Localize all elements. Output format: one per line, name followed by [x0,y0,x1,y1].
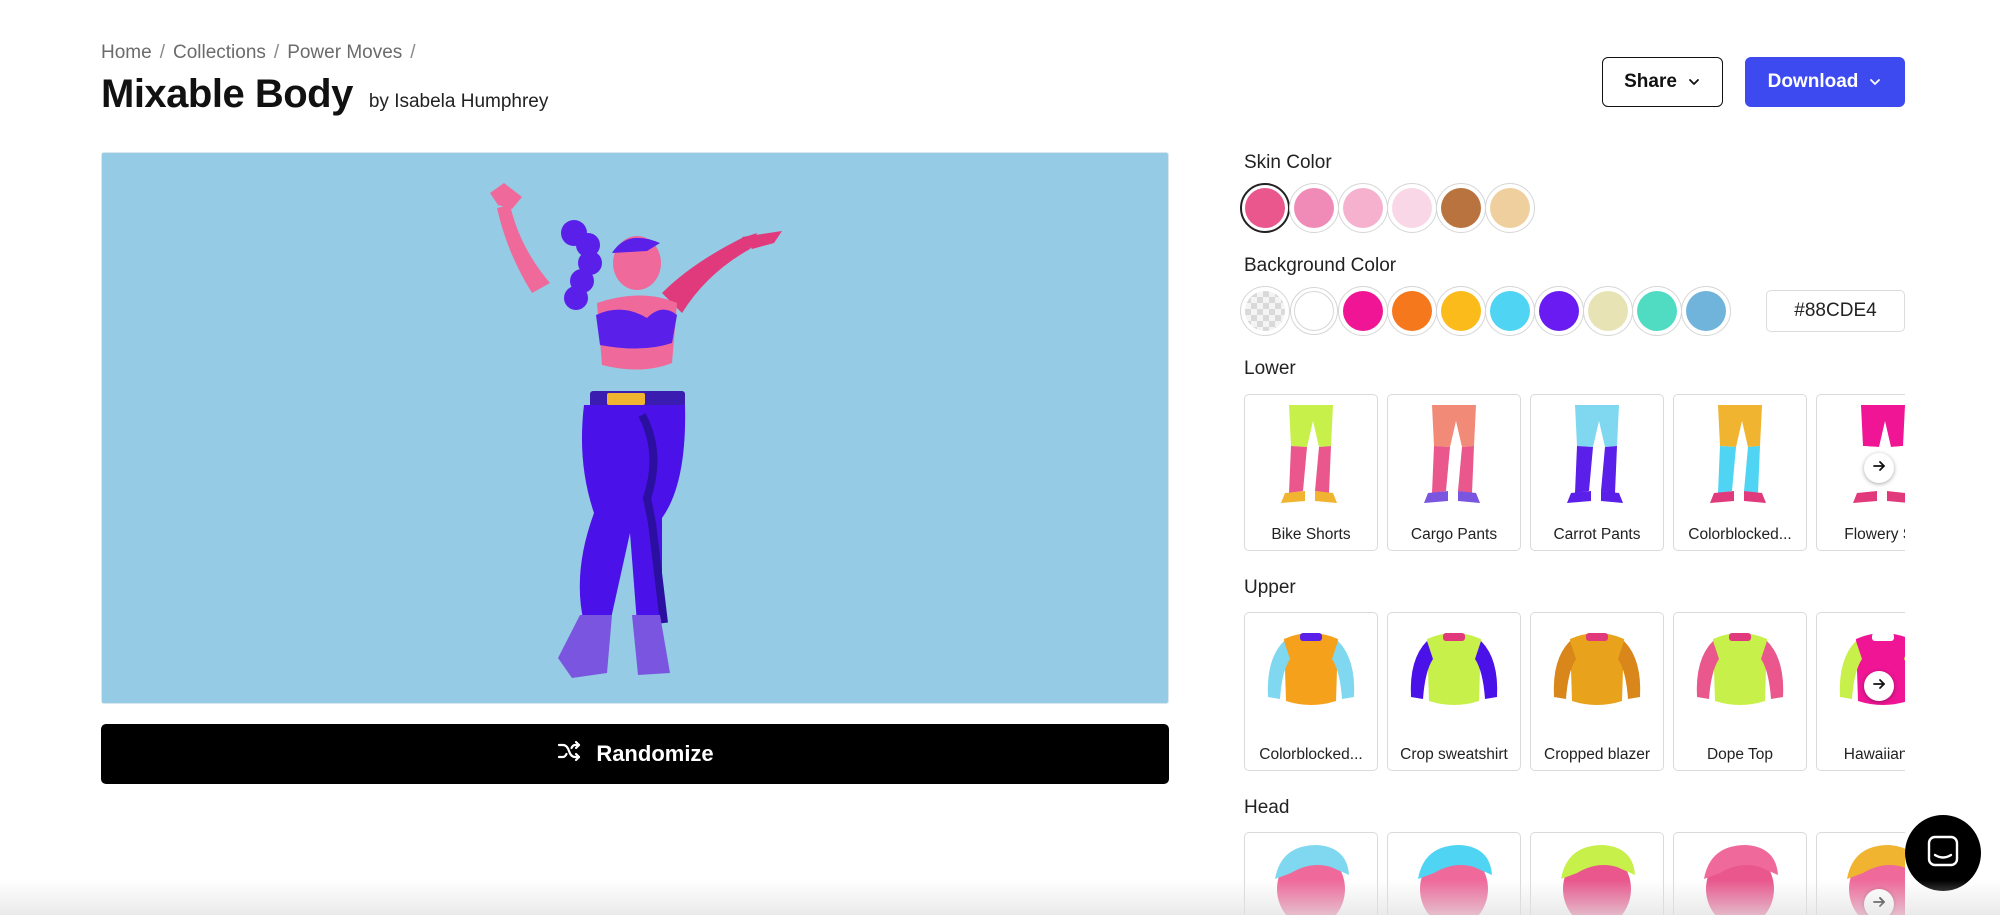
author-credit[interactable]: by Isabela Humphrey [369,91,549,113]
upper-option-thumbnail [1817,619,1905,729]
arrow-right-icon [1871,458,1887,479]
skin-color-swatch[interactable] [1289,183,1339,233]
lower-option-label: Bike Shorts [1271,526,1351,543]
breadcrumb-separator: / [410,42,416,63]
randomize-label: Randomize [596,741,714,766]
upper-option-card[interactable]: Cropped blazer [1530,612,1664,771]
breadcrumb-home[interactable]: Home [101,42,152,64]
lower-option-thumbnail [1531,401,1663,511]
chevron-down-icon [1687,75,1701,89]
background-color-swatch[interactable] [1681,286,1731,336]
head-row [1244,832,1905,915]
upper-label: Upper [1244,577,1296,598]
upper-row: Colorblocked... Crop sweatshirt Cropped bl… [1244,612,1905,771]
head-option-thumbnail [1674,839,1806,915]
upper-option-label: Crop sweatshirt [1400,746,1508,763]
lower-scroll-next-button[interactable] [1864,453,1894,483]
title-row: Mixable Body by Isabela Humphrey [101,72,548,117]
preview-canvas [101,152,1169,704]
shuffle-icon [556,738,582,770]
background-color-swatch[interactable] [1240,286,1290,336]
lower-option-label: Cargo Pants [1410,526,1498,543]
arrow-right-icon [1871,676,1887,697]
breadcrumb: Home / Collections / Power Moves / [101,42,416,64]
lower-option-card[interactable]: Colorblocked... [1673,394,1807,551]
upper-option-card[interactable]: Crop sweatshirt [1387,612,1521,771]
upper-option-thumbnail [1245,619,1377,729]
hex-color-input[interactable] [1766,290,1905,332]
chat-icon [1923,831,1963,876]
skin-color-swatch[interactable] [1485,183,1535,233]
breadcrumb-separator: / [159,42,165,63]
head-option-thumbnail [1531,839,1663,915]
breadcrumb-separator: / [273,42,280,63]
background-color-swatch[interactable] [1290,287,1338,335]
arrow-right-icon [1871,894,1887,915]
head-scroll-next-button[interactable] [1864,889,1894,915]
skin-color-swatch[interactable] [1240,183,1290,233]
lower-option-thumbnail [1245,401,1377,511]
lower-option-label: Colorblocked... [1688,526,1792,543]
background-color-swatch[interactable] [1338,286,1388,336]
download-button[interactable]: Download [1745,57,1905,107]
head-option-card[interactable] [1673,832,1807,915]
head-option-thumbnail [1388,839,1520,915]
background-color-swatch[interactable] [1387,286,1437,336]
upper-option-thumbnail [1531,619,1663,729]
background-color-swatch[interactable] [1436,286,1486,336]
background-color-swatch[interactable] [1583,286,1633,336]
skin-color-label: Skin Color [1244,152,1332,173]
lower-row: Bike Shorts Cargo Pants Carrot Pants Colorb… [1244,394,1905,551]
chevron-down-icon [1868,75,1882,89]
lower-option-label: Carrot Pants [1553,526,1641,543]
skin-color-swatch[interactable] [1436,183,1486,233]
character-illustration [490,183,782,678]
breadcrumb-power-moves[interactable]: Power Moves [287,42,402,64]
head-option-thumbnail [1245,839,1377,915]
upper-option-thumbnail [1674,619,1806,729]
share-label: Share [1624,71,1677,92]
randomize-button[interactable]: Randomize [101,724,1169,784]
head-option-card[interactable] [1387,832,1521,915]
lower-option-card[interactable]: Carrot Pants [1530,394,1664,551]
download-label: Download [1767,71,1859,92]
skin-color-swatch[interactable] [1387,183,1437,233]
lower-label: Lower [1244,358,1296,379]
background-color-swatch[interactable] [1534,286,1584,336]
upper-option-label: Dope Top [1706,746,1774,763]
breadcrumb-collections[interactable]: Collections [173,42,266,64]
skin-color-swatch[interactable] [1338,183,1388,233]
lower-option-card[interactable]: Bike Shorts [1244,394,1378,551]
lower-option-thumbnail [1817,401,1905,511]
lower-option-thumbnail [1388,401,1520,511]
upper-option-card[interactable]: Dope Top [1673,612,1807,771]
background-color-swatch[interactable] [1632,286,1682,336]
chat-button[interactable] [1905,815,1981,891]
lower-option-label: Flowery Sh [1844,526,1905,543]
upper-scroll-next-button[interactable] [1864,671,1894,701]
upper-option-thumbnail [1388,619,1520,729]
head-option-card[interactable] [1244,832,1378,915]
upper-option-card[interactable]: Colorblocked... [1244,612,1378,771]
upper-option-label: Cropped blazer [1544,746,1650,763]
lower-option-thumbnail [1674,401,1806,511]
background-color-label: Background Color [1244,255,1397,276]
lower-option-card[interactable]: Cargo Pants [1387,394,1521,551]
upper-option-label: Colorblocked... [1259,746,1363,763]
page-title: Mixable Body [101,72,353,116]
upper-option-label: Hawaiian S [1843,746,1905,763]
head-label: Head [1244,797,1290,818]
background-color-swatch[interactable] [1485,286,1535,336]
share-button[interactable]: Share [1602,57,1723,107]
head-option-card[interactable] [1530,832,1664,915]
